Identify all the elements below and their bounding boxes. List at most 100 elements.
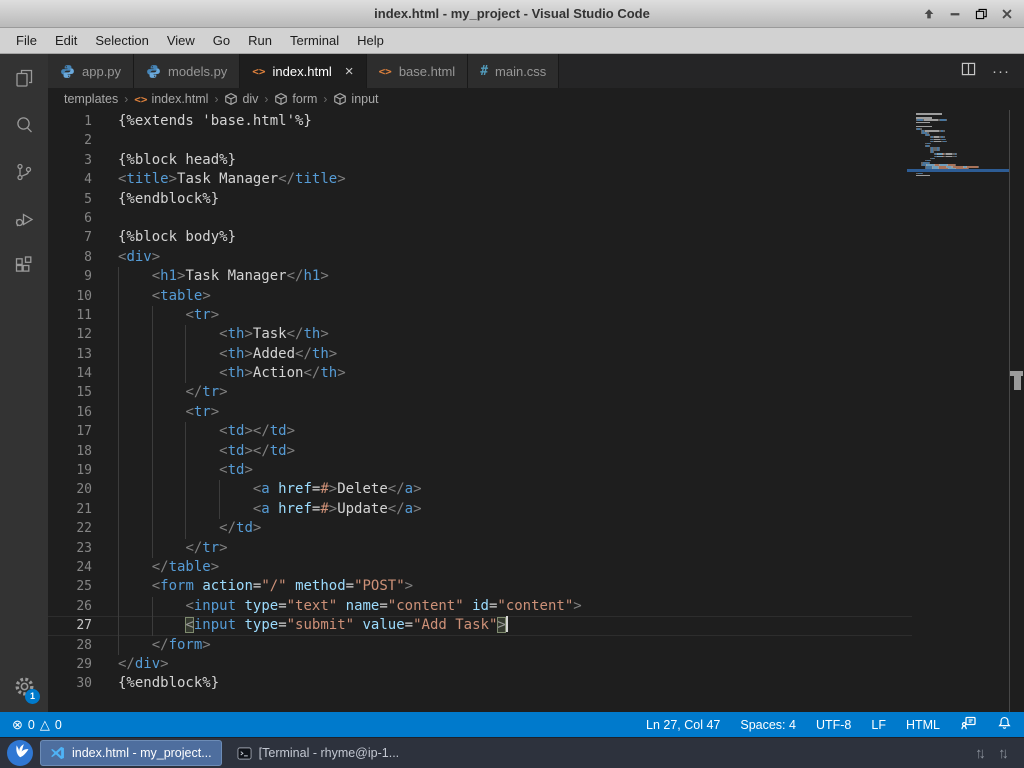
indentation[interactable]: Spaces: 4	[740, 718, 796, 732]
line-content: <tr>	[118, 402, 219, 423]
code-line[interactable]: 22 </td>	[48, 519, 912, 539]
code-line[interactable]: 21 <a href=#>Update</a>	[48, 499, 912, 520]
code-line[interactable]: 30 {%endblock%}	[48, 674, 912, 693]
code-line[interactable]: 3 {%block head%}	[48, 151, 912, 170]
activitybar-source-control[interactable]	[0, 148, 48, 195]
code-line[interactable]: 18 <td></td>	[48, 441, 912, 462]
activitybar-search[interactable]	[0, 101, 48, 148]
code-line[interactable]: 12 <th>Task</th>	[48, 325, 912, 345]
code-line[interactable]: 27 <input type="submit" value="Add Task"…	[48, 616, 912, 636]
code-line[interactable]: 10 <table>	[48, 286, 912, 306]
code-area[interactable]: 1 {%extends 'base.html'%} 2 3 {%block head%}…	[48, 112, 912, 694]
close-button[interactable]	[998, 5, 1015, 22]
code-line[interactable]: 19 <td>	[48, 461, 912, 481]
menu-file[interactable]: File	[7, 28, 46, 53]
tab-index.html[interactable]: <> index.html ×	[240, 54, 367, 88]
indent-guide	[151, 616, 153, 636]
feedback-button[interactable]	[960, 715, 977, 734]
code-line[interactable]: 11 <tr>	[48, 305, 912, 326]
bell-button[interactable]	[997, 715, 1012, 734]
problems-summary[interactable]: ⊗ 0 △ 0	[12, 717, 62, 733]
breadcrumb[interactable]: templates › <> index.html › div › form › input	[48, 88, 1024, 110]
line-content: <td></td>	[118, 422, 295, 442]
code-line[interactable]: 6	[48, 209, 912, 228]
taskbar-task-2[interactable]: [Terminal - rhyme@ip-1...	[228, 740, 409, 766]
settings-badge: 1	[25, 689, 40, 704]
line-content: {%endblock%}	[118, 190, 220, 207]
error-icon: ⊗	[12, 716, 23, 732]
network-traffic-icon[interactable]: ↑↓	[975, 745, 986, 762]
encoding[interactable]: UTF-8	[816, 718, 851, 732]
indent-guide	[185, 422, 187, 442]
tab-base.html[interactable]: <> base.html	[366, 54, 469, 88]
network-traffic-icon[interactable]: ↑↓	[998, 745, 1009, 762]
code-line[interactable]: 25 <form action="/" method="POST">	[48, 577, 912, 597]
menu-selection[interactable]: Selection	[86, 28, 157, 53]
breadcrumb-item-div[interactable]: div	[224, 92, 258, 106]
code-line[interactable]: 28 </form>	[48, 635, 912, 655]
shade-button[interactable]	[920, 5, 937, 22]
source-control-icon	[12, 160, 36, 184]
menu-edit[interactable]: Edit	[46, 28, 86, 53]
indent-guide	[151, 499, 153, 520]
menu-run[interactable]: Run	[239, 28, 281, 53]
tab-models.py[interactable]: models.py	[134, 54, 241, 88]
indent-guide	[118, 635, 119, 655]
code-line[interactable]: 23 </tr>	[48, 538, 912, 558]
code-line[interactable]: 5 {%endblock%}	[48, 190, 912, 209]
menu-go[interactable]: Go	[204, 28, 239, 53]
code-line[interactable]: 29 </div>	[48, 655, 912, 674]
code-line[interactable]: 2	[48, 131, 912, 150]
code-line[interactable]: 9 <h1>Task Manager</h1>	[48, 267, 912, 287]
code-line[interactable]: 14 <th>Action</th>	[48, 364, 912, 384]
breadcrumb-item-form[interactable]: form	[274, 92, 317, 106]
breadcrumb-item-index.html[interactable]: <> index.html	[134, 92, 208, 106]
code-line[interactable]: 8 <div>	[48, 248, 912, 267]
code-line[interactable]: 24 </table>	[48, 557, 912, 578]
app-launcher-button[interactable]	[7, 740, 33, 766]
menu-help[interactable]: Help	[348, 28, 393, 53]
code-line[interactable]: 13 <th>Added</th>	[48, 344, 912, 365]
line-content: <h1>Task Manager</h1>	[118, 267, 329, 287]
breadcrumb-item-input[interactable]: input	[333, 92, 379, 106]
activitybar-extensions[interactable]	[0, 242, 48, 289]
breadcrumb-item-templates[interactable]: templates	[64, 92, 118, 106]
vscode-window: index.html - my_project - Visual Studio …	[0, 0, 1024, 768]
tab-app.py[interactable]: app.py	[48, 54, 135, 88]
split-editor-icon	[961, 62, 976, 76]
tab-main.css[interactable]: # main.css	[468, 54, 560, 88]
line-number: 16	[76, 404, 92, 420]
editor[interactable]: 1 {%extends 'base.html'%} 2 3 {%block head%}…	[48, 110, 1024, 712]
settings-button[interactable]: 1	[0, 665, 48, 707]
overview-ruler[interactable]	[1009, 110, 1024, 712]
line-content: <td>	[118, 461, 253, 481]
activitybar-run-debug[interactable]	[0, 195, 48, 242]
code-line[interactable]: 4 <title>Task Manager</title>	[48, 170, 912, 189]
menu-terminal[interactable]: Terminal	[281, 28, 348, 53]
code-line[interactable]: 20 <a href=#>Delete</a>	[48, 480, 912, 500]
more-actions-button[interactable]: ···	[992, 63, 1010, 80]
breadcrumb-separator: ›	[214, 92, 219, 106]
code-line[interactable]: 1 {%extends 'base.html'%}	[48, 112, 912, 131]
indent-guide	[151, 538, 153, 558]
close-icon[interactable]: ×	[345, 64, 354, 79]
activitybar-explorer[interactable]	[0, 54, 48, 101]
taskbar-task-1[interactable]: index.html - my_project...	[40, 740, 222, 766]
terminal-icon	[237, 746, 252, 761]
code-line[interactable]: 16 <tr>	[48, 402, 912, 423]
menu-view[interactable]: View	[158, 28, 204, 53]
minimap[interactable]	[907, 113, 1010, 177]
code-line[interactable]: 7 {%block body%}	[48, 228, 912, 247]
line-number: 4	[84, 172, 92, 188]
language-mode[interactable]: HTML	[906, 718, 940, 732]
code-line[interactable]: 17 <td></td>	[48, 422, 912, 442]
cursor-position[interactable]: Ln 27, Col 47	[646, 718, 720, 732]
code-line[interactable]: 26 <input type="text" name="content" id=…	[48, 596, 912, 617]
indent-guide	[118, 577, 119, 597]
eol-sequence[interactable]: LF	[871, 718, 886, 732]
split-editor-button[interactable]	[961, 62, 976, 81]
code-line[interactable]: 15 </tr>	[48, 383, 912, 403]
line-content: <input type="text" name="content" id="co…	[118, 596, 582, 617]
minimize-button[interactable]	[946, 5, 963, 22]
maximize-button[interactable]	[972, 5, 989, 22]
